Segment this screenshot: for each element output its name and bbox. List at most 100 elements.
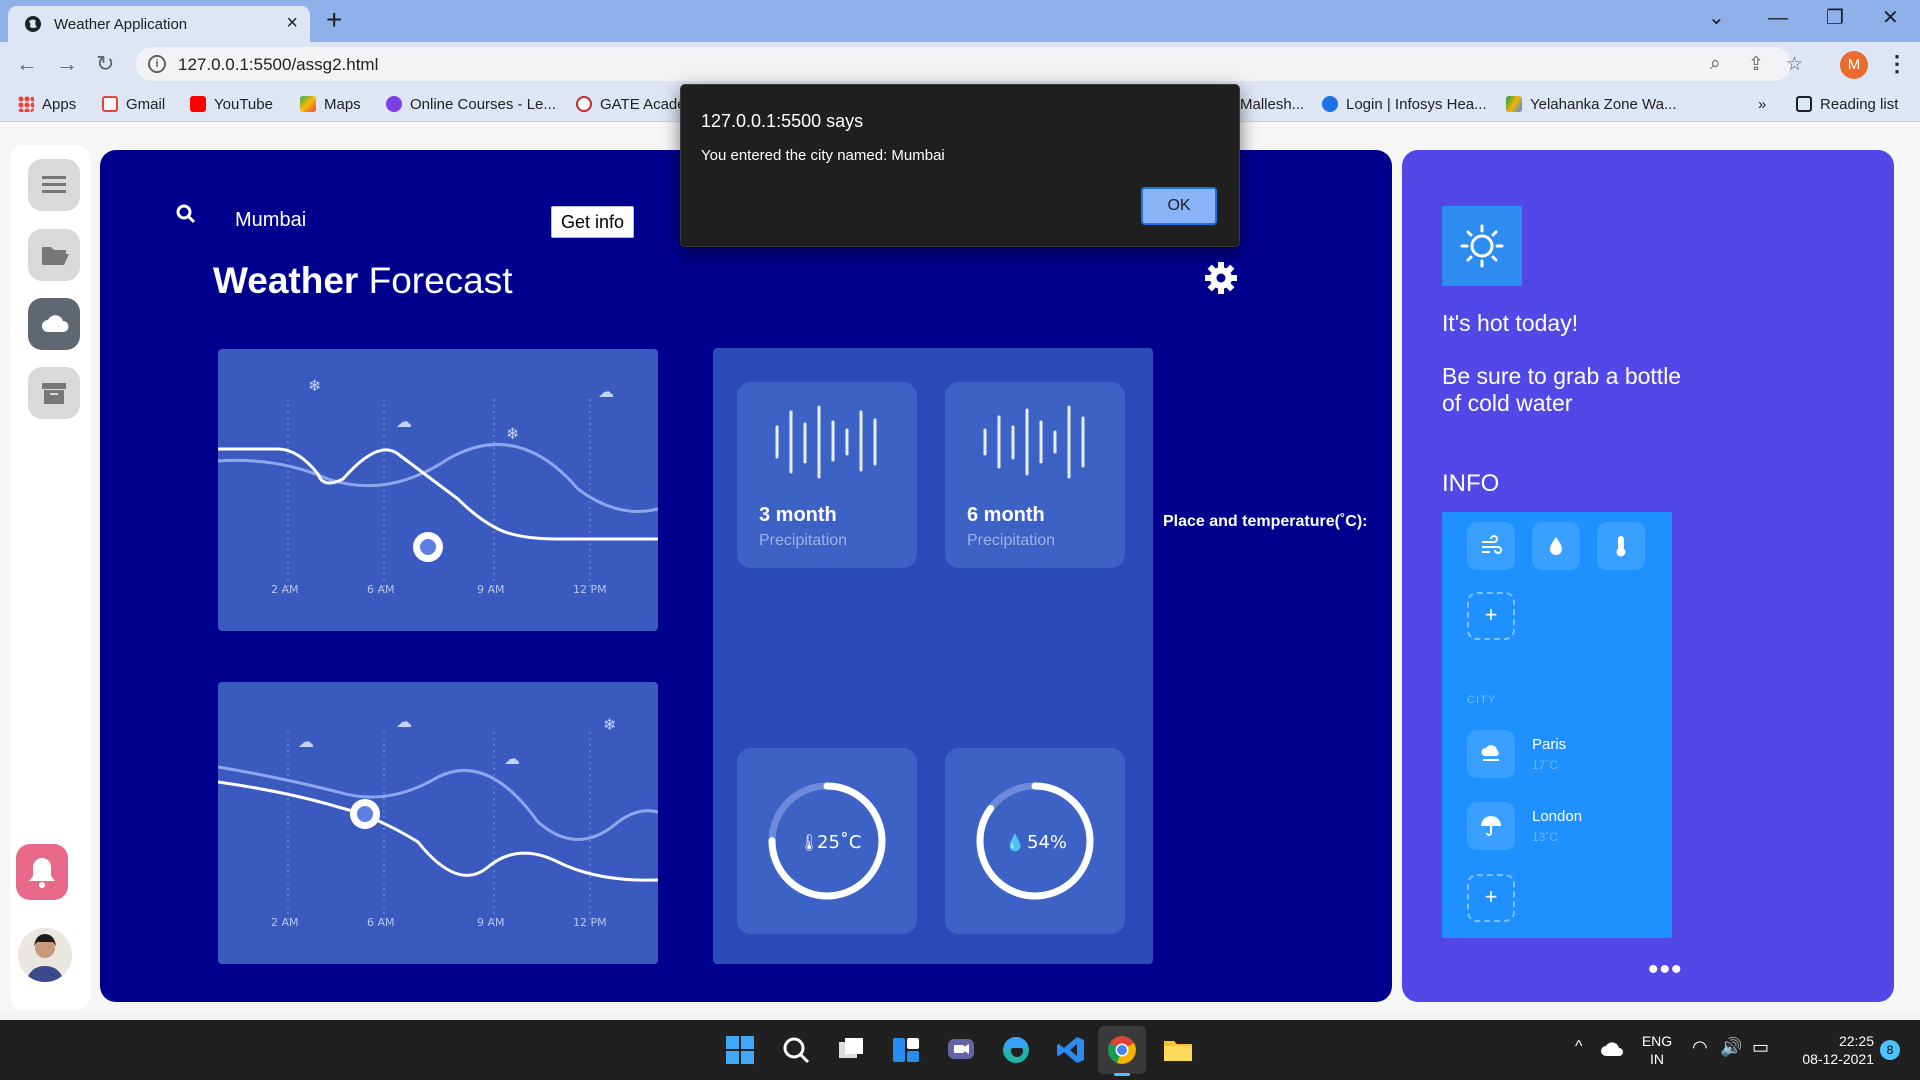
- more-bookmarks-button[interactable]: »: [1758, 96, 1766, 113]
- new-tab-button[interactable]: +: [326, 6, 342, 34]
- search-icon[interactable]: [175, 203, 197, 225]
- place-temperature-label: Place and temperature(˚C):: [1163, 513, 1368, 530]
- site-info-icon[interactable]: i: [148, 55, 166, 73]
- close-window-button[interactable]: ✕: [1882, 6, 1899, 30]
- bookmark-gate[interactable]: GATE Acade: [576, 96, 686, 113]
- maximize-button[interactable]: ❐: [1826, 6, 1844, 30]
- notification-count-badge[interactable]: 8: [1880, 1040, 1900, 1060]
- reload-button[interactable]: ↻: [96, 50, 114, 78]
- browser-menu-icon[interactable]: ⋮: [1886, 51, 1908, 77]
- precipitation-panel: 3 month Precipitation 6 month Precipitat…: [713, 348, 1153, 964]
- volume-icon[interactable]: 🔊: [1720, 1037, 1742, 1058]
- alert-dialog: 127.0.0.1:5500 says You entered the city…: [680, 84, 1240, 247]
- back-button[interactable]: ←: [16, 50, 38, 78]
- vscode-icon[interactable]: [1055, 1034, 1087, 1066]
- wifi-icon[interactable]: ◠: [1692, 1037, 1708, 1058]
- time-tick: 12 PM: [573, 583, 607, 596]
- snowflake-icon: ❄: [506, 424, 519, 443]
- chrome-browser-icon[interactable]: [1106, 1034, 1138, 1066]
- city-london-weather-icon-box: [1467, 802, 1515, 850]
- share-icon[interactable]: ⇪: [1748, 53, 1764, 76]
- city-section-label: CITY: [1467, 694, 1497, 706]
- sidebar-weather-button[interactable]: [28, 298, 80, 350]
- bookmark-yelahanka[interactable]: Yelahanka Zone Wa...: [1506, 96, 1676, 113]
- tab-strip: Weather Application × + ⌄ — ❐ ✕: [0, 0, 1920, 42]
- notifications-button[interactable]: [16, 844, 68, 900]
- city-temp-london: 13˚C: [1532, 830, 1559, 844]
- courses-icon: [386, 96, 402, 112]
- more-options-icon[interactable]: •••: [1648, 955, 1683, 985]
- gate-icon: [576, 96, 592, 112]
- city-search-input[interactable]: [235, 204, 485, 236]
- settings-gear-icon[interactable]: [1203, 260, 1239, 296]
- file-explorer-icon[interactable]: [1162, 1034, 1194, 1066]
- infosys-icon: [1322, 96, 1338, 112]
- bookmark-infosys[interactable]: Login | Infosys Hea...: [1322, 96, 1487, 113]
- sun-icon: [1460, 224, 1504, 268]
- bookmark-mallesh[interactable]: Mallesh...: [1240, 96, 1304, 113]
- globe-icon: [25, 16, 41, 32]
- precip-card-title: 3 month: [759, 504, 837, 526]
- show-hidden-icons-chevron[interactable]: ^: [1575, 1038, 1583, 1056]
- bookmark-youtube[interactable]: YouTube: [190, 96, 273, 113]
- city-name-paris[interactable]: Paris: [1532, 736, 1566, 753]
- battery-icon[interactable]: ▭: [1752, 1037, 1769, 1058]
- moon-cloud-icon: ☁: [396, 412, 412, 431]
- minimize-button[interactable]: —: [1768, 6, 1788, 30]
- precip-card-3-month[interactable]: 3 month Precipitation: [737, 382, 917, 568]
- onedrive-cloud-icon[interactable]: [1600, 1040, 1624, 1058]
- humidity-button[interactable]: [1532, 522, 1580, 570]
- windows-start-icon[interactable]: [724, 1034, 756, 1066]
- bookmark-star-icon[interactable]: ☆: [1786, 53, 1803, 76]
- precip-card-6-month[interactable]: 6 month Precipitation: [945, 382, 1125, 568]
- add-city-button[interactable]: +: [1467, 874, 1515, 922]
- tab-search-chevron-icon[interactable]: ⌄: [1708, 6, 1725, 30]
- task-view-icon[interactable]: [835, 1034, 867, 1066]
- tab-close-icon[interactable]: ×: [286, 13, 298, 33]
- info-heading: INFO: [1442, 470, 1500, 497]
- humidity-gauge: 💧 54%: [976, 782, 1094, 900]
- taskbar-search-icon[interactable]: [780, 1034, 812, 1066]
- forward-button[interactable]: →: [56, 50, 78, 78]
- add-metric-button[interactable]: +: [1467, 592, 1515, 640]
- dialog-ok-button[interactable]: OK: [1141, 187, 1217, 225]
- zoom-icon[interactable]: ⌕: [1710, 53, 1721, 75]
- wind-button[interactable]: [1467, 522, 1515, 570]
- sidebar-folder-button[interactable]: [28, 229, 80, 281]
- profile-avatar[interactable]: M: [1840, 51, 1868, 79]
- browser-toolbar: ← → ↻ i 127.0.0.1:5500/assg2.html ⌕ ⇪ ☆ …: [0, 42, 1920, 88]
- edge-browser-icon[interactable]: [1000, 1034, 1032, 1066]
- snowflake-icon: ❄: [308, 376, 321, 395]
- user-photo: [18, 928, 72, 982]
- dialog-title: 127.0.0.1:5500 says: [701, 111, 864, 131]
- bookmark-maps[interactable]: Maps: [300, 96, 361, 113]
- time-tick: 6 AM: [367, 583, 395, 596]
- bookmark-apps[interactable]: Apps: [18, 96, 76, 113]
- temperature-gauge: 🌡 25˚C: [768, 782, 886, 900]
- teams-chat-icon[interactable]: [945, 1034, 977, 1066]
- city-name-london[interactable]: London: [1532, 808, 1582, 825]
- sun-badge: [1442, 206, 1522, 286]
- widgets-icon[interactable]: [890, 1034, 922, 1066]
- clock[interactable]: 22:25 08-12-2021: [1792, 1032, 1874, 1068]
- precipitation-bars: [775, 405, 877, 479]
- user-avatar[interactable]: [18, 928, 72, 982]
- water-drop-icon: [1550, 537, 1562, 555]
- bookmark-gmail[interactable]: Gmail: [102, 96, 165, 113]
- language-indicator[interactable]: ENG IN: [1640, 1032, 1674, 1068]
- reading-list-button[interactable]: Reading list: [1796, 96, 1898, 113]
- humidity-gauge-card[interactable]: 💧 54%: [945, 748, 1125, 934]
- windy-cloud-icon: [1481, 745, 1499, 761]
- bookmark-online-courses[interactable]: Online Courses - Le...: [386, 96, 556, 113]
- sidebar-archive-button[interactable]: [28, 367, 80, 419]
- temperature-gauge-card[interactable]: 🌡 25˚C: [737, 748, 917, 934]
- get-info-button[interactable]: Get info: [551, 206, 635, 238]
- sidebar-menu-button[interactable]: [28, 159, 80, 211]
- city-paris-weather-icon-box: [1467, 730, 1515, 778]
- time-tick: 6 AM: [367, 916, 395, 929]
- precipitation-bars: [983, 405, 1085, 479]
- temperature-button[interactable]: [1597, 522, 1645, 570]
- youtube-icon: [190, 96, 206, 112]
- address-bar[interactable]: i 127.0.0.1:5500/assg2.html ⌕ ⇪ ☆: [136, 47, 1803, 81]
- tab-weather-application[interactable]: Weather Application ×: [8, 6, 310, 42]
